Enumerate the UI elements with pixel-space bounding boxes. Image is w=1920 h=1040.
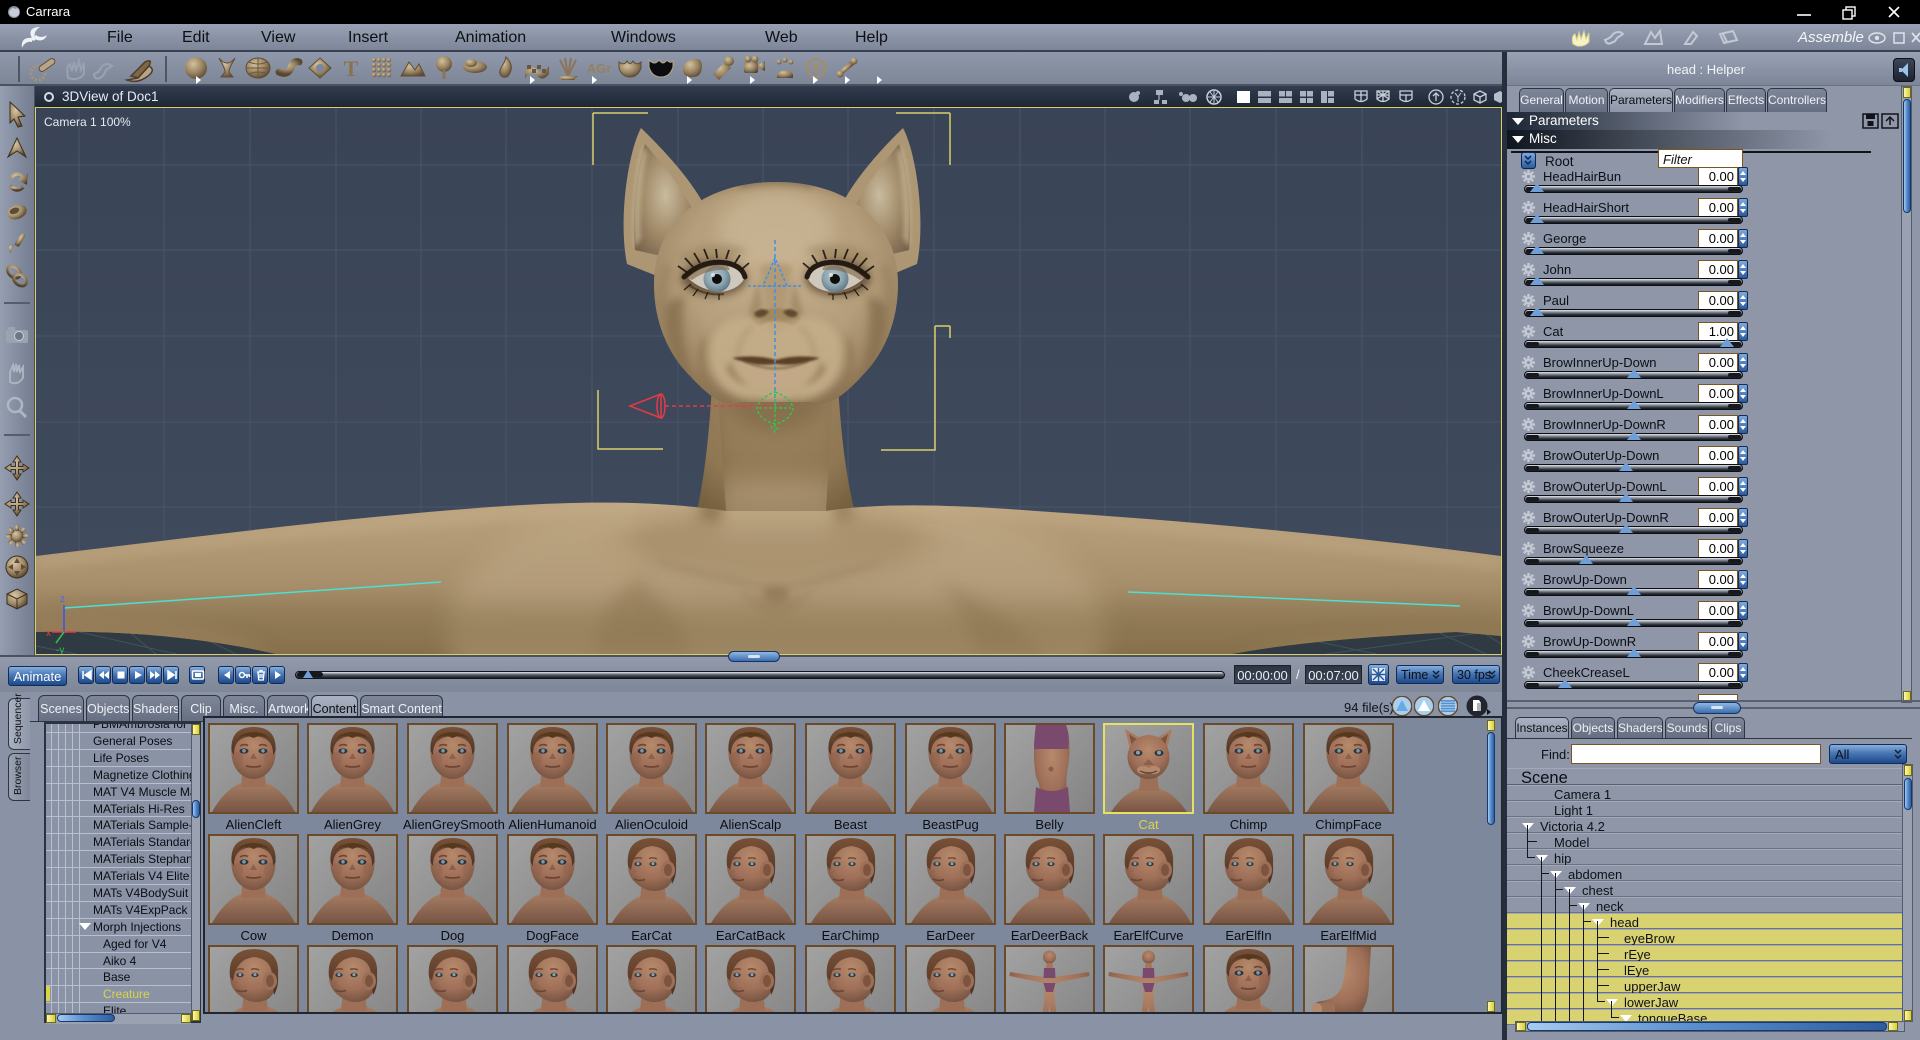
svg-text:AGr: AGr bbox=[587, 61, 612, 76]
svg-text:Camera 1 100%: Camera 1 100% bbox=[44, 115, 131, 129]
svg-text:z: z bbox=[60, 594, 65, 605]
svg-text:x: x bbox=[46, 628, 51, 639]
svg-text:T: T bbox=[344, 56, 359, 81]
svg-text:-y: -y bbox=[56, 645, 64, 654]
